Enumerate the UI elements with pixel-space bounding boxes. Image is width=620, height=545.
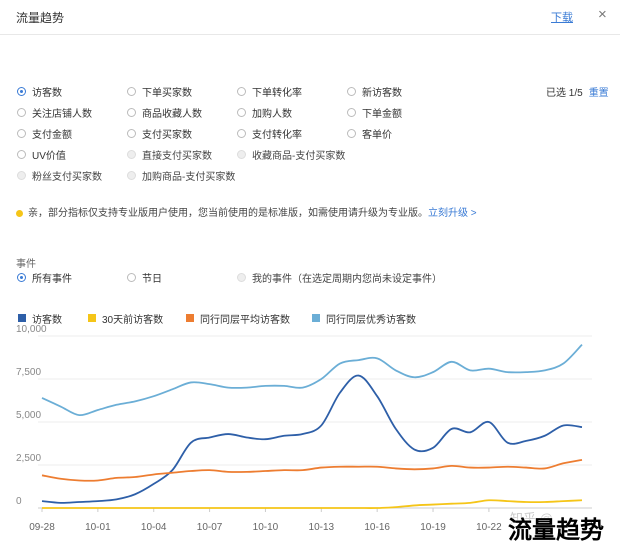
selection-count: 已选 1/5	[546, 88, 583, 99]
y-tick-label: 10,000	[16, 324, 47, 335]
metric-label: 商品收藏人数	[142, 109, 202, 120]
x-tick-label: 10-04	[141, 522, 167, 533]
metric-label: UV价值	[32, 151, 66, 162]
series-line	[41, 343, 583, 417]
radio-icon[interactable]	[127, 108, 136, 117]
metric-label: 粉丝支付买家数	[32, 172, 102, 183]
metric-label: 收藏商品-支付买家数	[252, 151, 346, 162]
radio-icon	[17, 171, 26, 180]
panel-title: 流量趋势	[16, 11, 65, 25]
radio-icon[interactable]	[17, 108, 26, 117]
close-icon[interactable]: ×	[598, 6, 607, 23]
x-tick-label: 10-13	[309, 522, 335, 533]
upgrade-notice: 亲，部分指标仅支持专业版用户使用，您当前使用的是标准版，如需使用请升级为专业版。…	[16, 204, 477, 219]
warning-dot-icon	[16, 209, 23, 217]
notice-text: 亲，部分指标仅支持专业版用户使用，您当前使用的是标准版，如需使用请升级为专业版。	[28, 208, 428, 219]
event-label: 我的事件（在选定周期内您尚未设定事件）	[252, 274, 442, 285]
radio-icon[interactable]	[237, 87, 246, 96]
metric-label: 支付金额	[32, 130, 72, 141]
events-label: 事件	[16, 259, 36, 270]
radio-icon	[127, 171, 136, 180]
x-tick-label: 10-07	[197, 522, 223, 533]
download-link[interactable]: 下载	[551, 9, 573, 25]
metric-label: 下单转化率	[252, 88, 302, 99]
caption-watermark: 流量趋势	[508, 517, 604, 544]
radio-icon[interactable]	[127, 87, 136, 96]
y-tick-label: 0	[16, 496, 22, 507]
radio-icon	[237, 273, 246, 282]
radio-icon[interactable]	[347, 108, 356, 117]
metric-label: 支付转化率	[252, 130, 302, 141]
y-tick-label: 2,500	[16, 453, 41, 464]
reset-button[interactable]: 重置	[589, 88, 609, 99]
radio-icon[interactable]	[17, 87, 26, 96]
radio-icon[interactable]	[237, 129, 246, 138]
radio-icon	[237, 150, 246, 159]
radio-icon[interactable]	[347, 87, 356, 96]
metric-label: 客单价	[362, 130, 392, 141]
y-tick-label: 5,000	[16, 410, 41, 421]
radio-icon[interactable]	[17, 150, 26, 159]
x-tick-label: 10-22	[476, 522, 502, 533]
radio-icon[interactable]	[127, 273, 136, 282]
metric-label: 加购人数	[252, 109, 292, 120]
upgrade-link[interactable]: 立刻升级 >	[428, 208, 477, 219]
x-tick-label: 10-19	[420, 522, 446, 533]
radio-icon	[127, 150, 136, 159]
radio-icon[interactable]	[237, 108, 246, 117]
radio-icon[interactable]	[127, 129, 136, 138]
panel-header: 流量趋势 下载 ×	[0, 0, 620, 35]
radio-icon[interactable]	[17, 129, 26, 138]
x-tick-label: 10-10	[253, 522, 279, 533]
series-line	[41, 374, 583, 504]
series-line	[41, 458, 583, 482]
x-tick-label: 09-28	[29, 522, 55, 533]
x-tick-label: 10-01	[85, 522, 111, 533]
event-label: 节日	[142, 274, 162, 285]
metric-label: 关注店铺人数	[32, 109, 92, 120]
metric-label: 访客数	[32, 88, 62, 99]
series-line	[42, 499, 583, 509]
selection-info: 已选 1/5 重置	[546, 84, 609, 99]
metric-label: 新访客数	[362, 88, 402, 99]
metric-label: 下单金额	[362, 109, 402, 120]
x-tick-label: 10-16	[364, 522, 390, 533]
metric-label: 直接支付买家数	[142, 151, 212, 162]
event-label: 所有事件	[32, 274, 72, 285]
radio-icon[interactable]	[17, 273, 26, 282]
metric-label: 支付买家数	[142, 130, 192, 141]
radio-icon[interactable]	[347, 129, 356, 138]
metric-label: 下单买家数	[142, 88, 192, 99]
y-tick-label: 7,500	[16, 367, 41, 378]
metric-label: 加购商品-支付买家数	[142, 172, 236, 183]
